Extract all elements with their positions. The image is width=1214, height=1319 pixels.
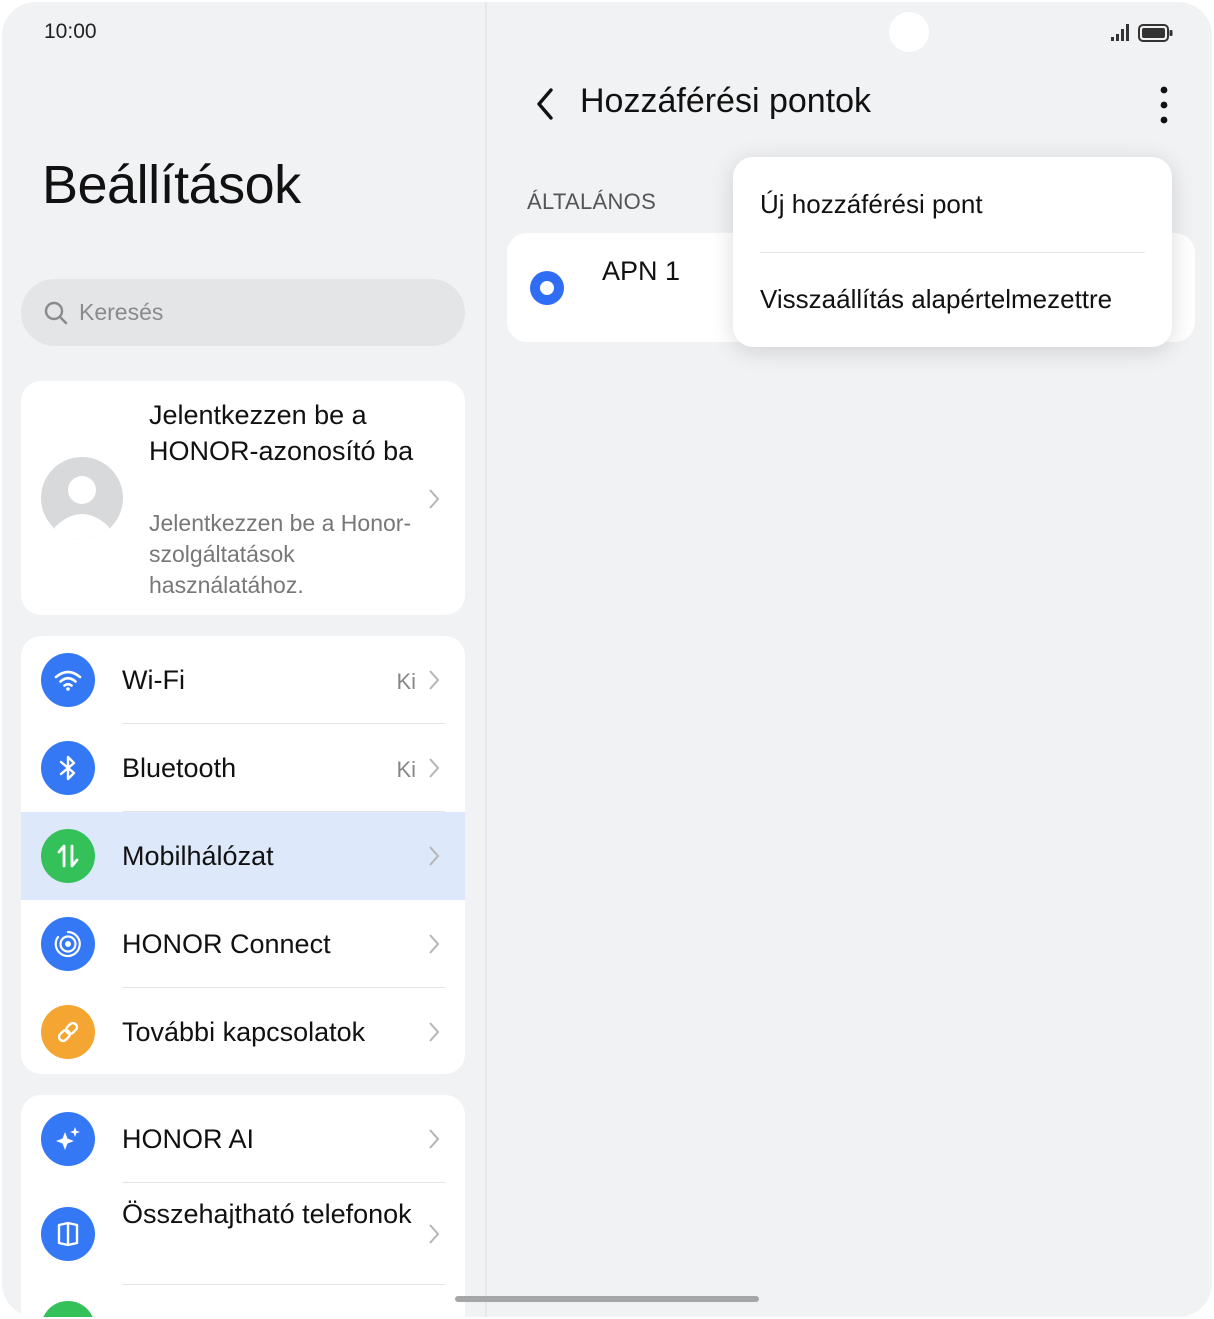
divider xyxy=(760,252,1145,253)
settings-pane: 10:00 Beállítások Keresés Jelentkezzen b… xyxy=(2,2,485,1317)
apn-pane: Hozzáférési pontok ÁLTALÁNOS APN 1 Új ho… xyxy=(487,2,1212,1317)
settings-item-partial-icon xyxy=(41,1301,95,1317)
honor-ai-label: HONOR AI xyxy=(122,1124,255,1154)
mobile-network-label: Mobilhálózat xyxy=(122,841,274,871)
features-group: HONOR AI Összehajtható telefonok xyxy=(21,1095,465,1317)
user-icon xyxy=(55,476,109,539)
chevron-right-icon xyxy=(429,670,440,690)
settings-item-honor-ai[interactable]: HONOR AI xyxy=(21,1095,465,1183)
apn-title: Hozzáférési pontok xyxy=(580,82,872,120)
battery-icon xyxy=(1138,24,1173,42)
bluetooth-status: Ki xyxy=(396,757,416,782)
chevron-right-icon xyxy=(429,489,440,509)
link-icon xyxy=(41,1005,95,1059)
device-screen: 10:00 Beállítások Keresés Jelentkezzen b… xyxy=(2,2,1212,1317)
bluetooth-icon xyxy=(41,741,95,795)
chevron-right-icon xyxy=(429,758,440,778)
chevron-right-icon xyxy=(429,1022,440,1042)
settings-item-honor-connect[interactable]: HONOR Connect xyxy=(21,900,465,988)
chevron-right-icon xyxy=(429,1129,440,1149)
search-icon xyxy=(44,301,68,324)
page-title: Beállítások xyxy=(42,155,301,215)
settings-item-mobile-network[interactable]: Mobilhálózat xyxy=(21,812,465,900)
account-subtitle: Jelentkezzen be a Honor-szolgáltatások h… xyxy=(149,510,412,598)
search-placeholder: Keresés xyxy=(79,299,164,325)
bluetooth-label: Bluetooth xyxy=(122,753,237,783)
settings-item-wifi[interactable]: Wi-Fi Ki xyxy=(21,636,465,724)
settings-item-foldable[interactable]: Összehajtható telefonok xyxy=(21,1183,465,1285)
chevron-right-icon xyxy=(429,1224,440,1244)
section-header: ÁLTALÁNOS xyxy=(527,189,657,214)
radio-selected[interactable] xyxy=(530,271,564,305)
wifi-status: Ki xyxy=(396,669,416,694)
wifi-icon xyxy=(41,653,95,707)
status-time: 10:00 xyxy=(44,20,97,43)
front-camera xyxy=(889,12,929,52)
apn-name: APN 1 xyxy=(602,256,681,286)
divider xyxy=(122,1284,445,1285)
honor-connect-icon xyxy=(41,917,95,971)
more-options-icon[interactable] xyxy=(1157,86,1171,124)
more-connections-label: További kapcsolatok xyxy=(122,1017,366,1047)
honor-connect-label: HONOR Connect xyxy=(122,929,331,959)
menu-item-reset-default[interactable]: Visszaállítás alapértelmezettre xyxy=(760,284,1112,315)
ai-sparkle-icon xyxy=(41,1112,95,1166)
overflow-menu: Új hozzáférési pont Visszaállítás alapér… xyxy=(733,157,1172,347)
chevron-right-icon xyxy=(429,934,440,954)
settings-item-bluetooth[interactable]: Bluetooth Ki xyxy=(21,724,465,812)
account-card[interactable]: Jelentkezzen be a HONOR-azonosító ba Jel… xyxy=(21,381,465,615)
search-input[interactable]: Keresés xyxy=(21,279,465,346)
home-indicator[interactable] xyxy=(455,1296,759,1302)
connectivity-group: Wi-Fi Ki Bluetooth Ki Mobilhálózat HONOR… xyxy=(21,636,465,1074)
chevron-right-icon xyxy=(429,846,440,866)
menu-item-new-apn[interactable]: Új hozzáférési pont xyxy=(760,189,983,220)
settings-item-more-connections[interactable]: További kapcsolatok xyxy=(21,988,465,1074)
signal-icon xyxy=(1111,24,1129,41)
foldable-label: Összehajtható telefonok xyxy=(122,1199,412,1229)
mobile-data-icon xyxy=(41,829,95,883)
avatar xyxy=(41,457,123,539)
foldable-icon xyxy=(41,1207,95,1261)
back-arrow-icon[interactable] xyxy=(534,86,556,122)
account-title: Jelentkezzen be a HONOR-azonosító ba xyxy=(149,400,414,466)
wifi-label: Wi-Fi xyxy=(122,665,185,695)
